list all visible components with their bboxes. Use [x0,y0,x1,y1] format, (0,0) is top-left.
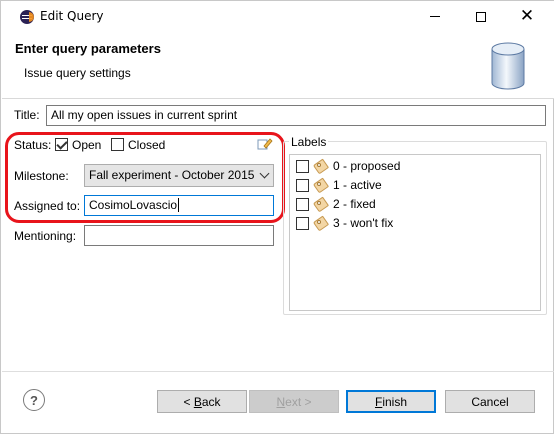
mentioning-label: Mentioning: [14,229,77,243]
back-button[interactable]: < Back [157,390,247,413]
mentioning-input[interactable] [84,225,274,246]
close-icon: ✕ [519,6,535,26]
label-text: 1 - active [333,178,382,192]
labels-list[interactable]: 0 - proposed 1 - active 2 - fixed 3 - wo… [289,154,541,311]
title-bar: Edit Query ✕ [2,1,554,33]
finish-button[interactable]: Finish [346,390,436,413]
tag-icon [314,160,328,172]
finish-label: inish [382,394,408,409]
title-input[interactable]: All my open issues in current sprint [46,105,546,126]
label-item-fixed[interactable]: 2 - fixed [296,195,376,213]
page-subtitle: Issue query settings [24,66,131,80]
back-prefix: < [183,394,194,409]
next-accelerator: N [276,394,286,409]
label-text: 3 - won't fix [333,216,394,230]
database-icon [491,42,525,90]
minimize-icon [430,16,440,17]
label-item-active[interactable]: 1 - active [296,176,382,194]
tag-icon [314,217,328,229]
highlight-annotation [5,132,285,223]
cancel-button[interactable]: Cancel [445,390,535,413]
close-button[interactable]: ✕ [504,1,550,32]
wizard-header: Enter query parameters Issue query setti… [2,33,554,99]
maximize-button[interactable] [458,1,504,32]
maximize-icon [476,11,486,22]
next-button[interactable]: Next > [249,390,339,413]
page-title: Enter query parameters [15,41,161,56]
label-text: 2 - fixed [333,197,376,211]
label-checkbox[interactable] [296,159,309,173]
footer-separator [2,371,554,372]
help-icon[interactable]: ? [23,389,45,411]
app-icon [20,10,34,24]
labels-group-title: Labels [289,135,329,149]
minimize-button[interactable] [412,1,458,32]
label-item-wont-fix[interactable]: 3 - won't fix [296,214,393,232]
label-checkbox[interactable] [296,197,309,211]
label-checkbox[interactable] [296,216,309,230]
label-checkbox[interactable] [296,178,309,192]
finish-accelerator: F [374,394,383,409]
edit-query-dialog: Edit Query ✕ Enter query parameters Issu… [0,0,554,434]
back-label: ack [201,394,221,409]
window-title: Edit Query [40,9,104,23]
back-accelerator: B [193,394,202,409]
label-item-proposed[interactable]: 0 - proposed [296,157,400,175]
label-text: 0 - proposed [333,159,401,173]
tag-icon [314,198,328,210]
tag-icon [314,179,328,191]
title-label: Title: [14,108,40,122]
next-label: ext > [285,394,312,409]
